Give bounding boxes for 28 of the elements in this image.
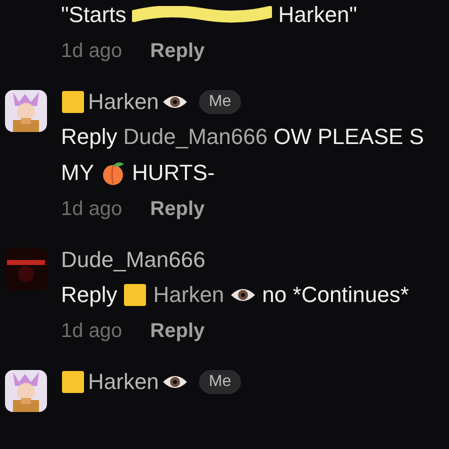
reply-button[interactable]: Reply [150, 320, 205, 342]
peach-icon [100, 160, 126, 186]
comment-text: MY [61, 160, 94, 186]
reply-button[interactable]: Reply [150, 40, 205, 62]
author-name: Harken [88, 369, 159, 395]
mention-text: Dude_Man666 [123, 124, 268, 150]
timestamp: 1d ago [61, 40, 122, 62]
reply-button[interactable]: Reply [150, 198, 205, 220]
eye-icon [162, 93, 188, 111]
comment-text: HURTS- [132, 160, 215, 186]
comment-text: Reply [61, 124, 118, 150]
me-badge: Me [198, 370, 242, 394]
square-icon [123, 283, 148, 307]
author-name: Harken [88, 89, 159, 115]
timestamp: 1d ago [61, 320, 122, 342]
eye-icon [230, 286, 256, 304]
comment-text: Harken" [278, 2, 358, 28]
timestamp: 1d ago [61, 198, 122, 220]
comment-text: Reply [61, 282, 118, 308]
author-name: Dude_Man666 [61, 247, 206, 273]
eye-icon [162, 373, 188, 391]
square-icon [61, 370, 85, 394]
comment-text: "Starts [61, 2, 126, 28]
comment-text: OW PLEASE S [274, 124, 424, 150]
me-badge: Me [198, 90, 242, 114]
square-icon [61, 90, 85, 114]
mention-text: Harken [153, 282, 224, 308]
comment-text: no *Continues* [262, 282, 409, 308]
